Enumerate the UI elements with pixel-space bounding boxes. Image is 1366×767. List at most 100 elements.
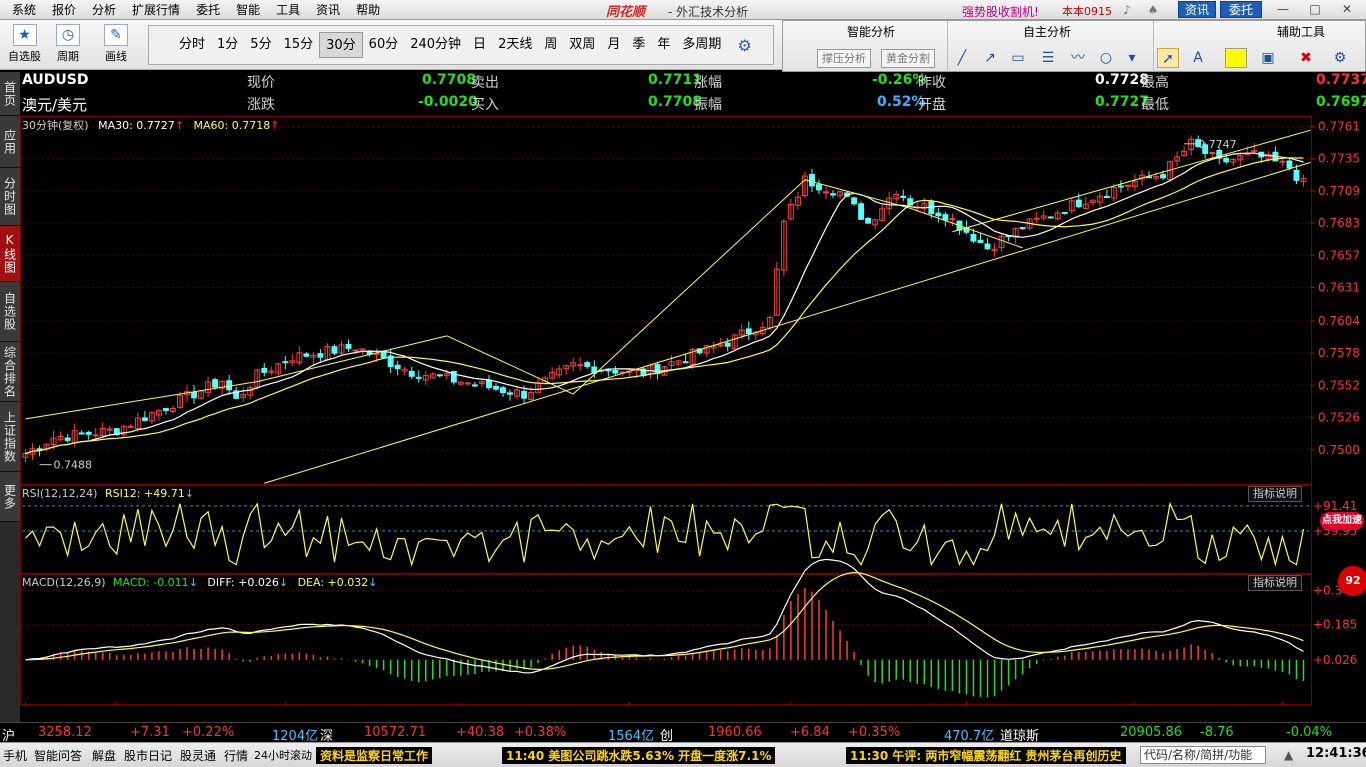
menu-tools[interactable]: 工具 [268,2,308,18]
color-picker-icon[interactable] [1225,48,1247,68]
period-1min[interactable]: 1分 [211,32,244,58]
candle-body [851,197,858,205]
period-fenshi[interactable]: 分时 [173,32,211,58]
more-tools-icon[interactable]: ▾ [1121,48,1143,68]
menu-analysis[interactable]: 分析 [84,2,124,18]
promo-link[interactable]: 强势股收割机! [962,3,1039,20]
maximize-button[interactable]: □ [1302,2,1328,17]
label-amp: 振幅 [694,97,722,113]
ray-tool-icon[interactable]: ↗ [979,48,1001,68]
code-search-input[interactable]: 代码/名称/简拼/功能 [1140,746,1266,764]
support-resistance-button[interactable]: 撑压分析 [817,49,871,68]
period-240min[interactable]: 240分钟 [404,32,467,58]
candle-body [226,380,233,391]
status-gulingtong[interactable]: 股灵通 [180,747,216,764]
menu-quote[interactable]: 报价 [44,2,84,18]
manual-analysis-title: 自主分析 [1023,25,1072,39]
candle-body [654,364,661,374]
chevron-up-icon[interactable]: ▲ [1284,748,1293,762]
status-24h[interactable]: 24小时滚动 [254,747,312,763]
close-button[interactable]: ✕ [1334,2,1360,17]
kline-chart[interactable]: 0.7761 0.7735 0.7709 0.7683 0.7657 0.7631 0.76… [20,116,1366,706]
period-quarter[interactable]: 季 [626,32,651,58]
symbol-code: AUDUSD [22,72,89,88]
status-market[interactable]: 行情 [224,747,248,764]
price-tick-label: 0.7604 [1318,314,1360,328]
tab-apps[interactable]: 应用 [0,116,20,168]
speedup-badge[interactable]: 点我加速 [1320,512,1364,530]
tab-timeshare[interactable]: 分时图 [0,168,20,226]
period-week[interactable]: 周 [538,32,563,58]
menu-help[interactable]: 帮助 [348,2,388,18]
cy-pct: +0.35% [848,725,901,740]
golden-section-button[interactable]: 黄金分割 [881,49,935,68]
period-tool[interactable]: ◷ 周期 [56,24,80,64]
news-ticker-3[interactable]: 11:30 午评: 两市窄幅震荡翻红 贵州茅台再创历史 [846,747,1126,764]
value-price: 0.7708 [422,72,477,88]
shirt-icon[interactable]: ♠ [1146,3,1160,17]
menu-trade[interactable]: 委托 [188,2,228,18]
news-button[interactable]: 资讯 [1178,1,1216,18]
candle-body [78,432,85,435]
wave-tool-icon[interactable]: 〰 [1067,48,1089,68]
period-15min[interactable]: 15分 [278,32,320,58]
period-label: 周期 [57,50,79,63]
period-year[interactable]: 年 [651,32,676,58]
period-2day[interactable]: 2天线 [492,32,538,58]
status-qa[interactable]: 智能问答 [34,747,82,764]
period-5min[interactable]: 5分 [244,32,277,58]
tab-home[interactable]: 首页 [0,72,20,116]
tab-ranking[interactable]: 综合排名 [0,342,20,402]
ellipse-tool-icon[interactable]: ○ [1095,48,1117,68]
watchlist-tool[interactable]: ★ 自选股 [8,24,41,64]
gear-icon[interactable]: ⚙ [737,36,751,55]
status-mobile[interactable]: 手机 [3,747,27,764]
status-diary[interactable]: 股市日记 [124,747,172,764]
macd-explain-button[interactable]: 指标说明 [1248,575,1302,591]
down-arrow-icon: ↓ [184,487,194,500]
period-30min[interactable]: 30分 [319,32,363,58]
line-tool-icon[interactable]: ╱ [951,48,973,68]
draw-tool[interactable]: ✎ 画线 [104,24,128,64]
quote-header: AUDUSD 澳元/美元 现价 0.7708 卖出 0.7711 涨幅 -0.2… [20,72,1366,116]
minimize-button[interactable]: — [1270,2,1296,17]
menu-system[interactable]: 系统 [4,2,44,18]
value-change: -0.0020 [418,94,478,110]
save-drawing-icon[interactable]: ▣ [1257,48,1279,68]
user-name[interactable]: 本本0915 [1062,3,1112,19]
label-price: 现价 [247,75,275,91]
period-2week[interactable]: 双周 [563,32,601,58]
period-month[interactable]: 月 [601,32,626,58]
delete-drawing-icon[interactable]: ✖ [1295,48,1317,68]
cursor-icon[interactable]: ➚ [1157,48,1179,68]
speed-score-badge[interactable]: 92 [1338,566,1366,596]
menu-extended[interactable]: 扩展行情 [124,2,188,18]
bell-icon[interactable]: ♪ [1120,3,1134,17]
tab-watchlist[interactable]: 自选股 [0,282,20,342]
rsi-explain-button[interactable]: 指标说明 [1248,486,1302,502]
settings-gear-icon[interactable]: ⚙ [1329,48,1351,68]
status-clock: 12:41:36 [1306,746,1366,761]
low-marker-label: 0.7488 [54,459,92,472]
rect-tool-icon[interactable]: ▭ [1007,48,1029,68]
period-multi[interactable]: 多周期 [676,32,727,58]
news-ticker-2[interactable]: 11:40 美图公司跳水跌5.63% 开盘一度涨7.1% [502,747,776,764]
ma60-label: MA60: 0.7718 [193,119,271,132]
menu-news[interactable]: 资讯 [308,2,348,18]
cy-value: 1960.66 [708,725,762,740]
tab-sh-index[interactable]: 上证指数 [0,402,20,472]
price-panel-title: 30分钟(复权) [22,119,89,132]
trade-button[interactable]: 委托 [1220,1,1262,18]
tab-kline[interactable]: K线图 [0,226,20,282]
tab-more[interactable]: 更多 [0,472,20,522]
news-ticker-1[interactable]: 资料是监察日常工作 [316,747,433,764]
period-day[interactable]: 日 [467,32,492,58]
status-jiepan[interactable]: 解盘 [92,747,116,764]
channel-tool-icon[interactable]: ☰ [1037,48,1059,68]
candle-body [331,346,338,354]
period-60min[interactable]: 60分 [363,32,405,58]
text-tool-icon[interactable]: A [1187,48,1209,68]
chart-canvas[interactable]: 0.7761 0.7735 0.7709 0.7683 0.7657 0.7631 0.76… [20,116,1366,706]
trend-line [25,381,258,420]
menu-smart[interactable]: 智能 [228,2,268,18]
